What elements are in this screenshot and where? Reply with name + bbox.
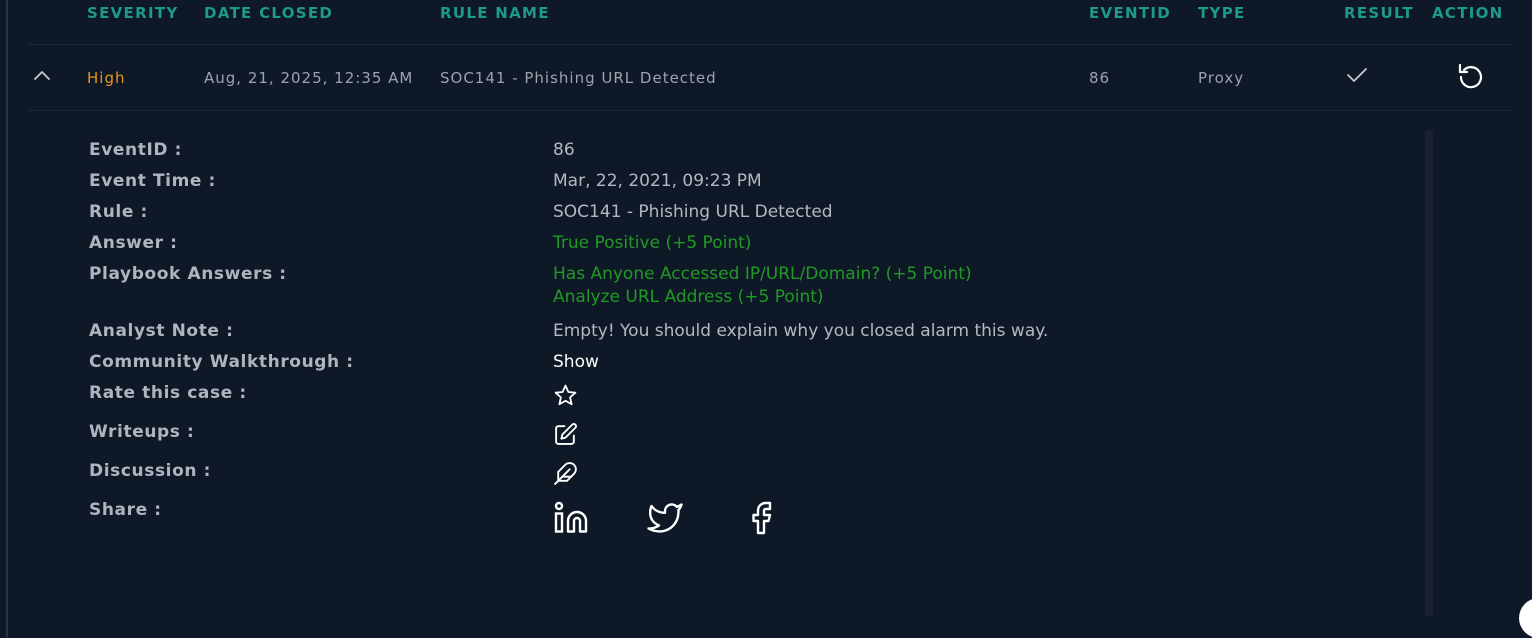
rule-name-header[interactable]: RULE NAME	[440, 4, 550, 22]
community-walkthrough-label: Community Walkthrough :	[89, 352, 354, 372]
details-scrollbar[interactable]	[1425, 130, 1433, 616]
event-time-label: Event Time :	[89, 171, 216, 191]
event-id-value: 86	[553, 140, 575, 160]
playbook-answer-item: Has Anyone Accessed IP/URL/Domain? (+5 P…	[553, 264, 972, 284]
floating-action-button[interactable]	[1519, 598, 1532, 638]
rule-label: Rule :	[89, 202, 148, 222]
header-divider	[28, 44, 1512, 45]
chevron-up-icon[interactable]	[33, 69, 51, 81]
event-id-label: EventID :	[89, 140, 183, 160]
event-time-value: Mar, 22, 2021, 09:23 PM	[553, 171, 762, 191]
rate-case-label: Rate this case :	[89, 383, 247, 403]
date-closed-header[interactable]: DATE CLOSED	[204, 4, 333, 22]
share-label: Share :	[89, 500, 162, 520]
action-header[interactable]: ACTION	[1432, 4, 1504, 22]
answer-value: True Positive (+5 Point)	[553, 233, 752, 253]
show-walkthrough-link[interactable]: Show	[553, 352, 599, 372]
playbook-answer-item: Analyze URL Address (+5 Point)	[553, 287, 824, 307]
feather-icon[interactable]	[553, 461, 578, 486]
row-divider	[28, 110, 1512, 111]
severity-value: High	[87, 69, 126, 87]
result-header[interactable]: RESULT	[1344, 4, 1414, 22]
facebook-icon[interactable]	[743, 500, 779, 536]
check-icon	[1347, 68, 1367, 82]
discussion-label: Discussion :	[89, 461, 211, 481]
star-icon[interactable]	[553, 383, 578, 408]
analyst-note-value: Empty! You should explain why you closed…	[553, 321, 1049, 341]
answer-label: Answer :	[89, 233, 178, 253]
linkedin-icon[interactable]	[553, 500, 589, 536]
left-border	[6, 0, 8, 637]
playbook-answers-label: Playbook Answers :	[89, 264, 287, 284]
severity-header[interactable]: SEVERITY	[87, 4, 179, 22]
eventid-header[interactable]: EVENTID	[1089, 4, 1171, 22]
rule-name-value: SOC141 - Phishing URL Detected	[440, 69, 717, 87]
analyst-note-label: Analyst Note :	[89, 321, 234, 341]
twitter-icon[interactable]	[647, 500, 683, 536]
type-value: Proxy	[1198, 69, 1245, 87]
rule-value: SOC141 - Phishing URL Detected	[553, 202, 833, 222]
edit-icon[interactable]	[553, 422, 578, 447]
type-header[interactable]: TYPE	[1198, 4, 1246, 22]
date-closed-value: Aug, 21, 2025, 12:35 AM	[204, 69, 414, 87]
eventid-value: 86	[1089, 69, 1111, 87]
undo-icon[interactable]	[1456, 62, 1486, 90]
writeups-label: Writeups :	[89, 422, 195, 442]
